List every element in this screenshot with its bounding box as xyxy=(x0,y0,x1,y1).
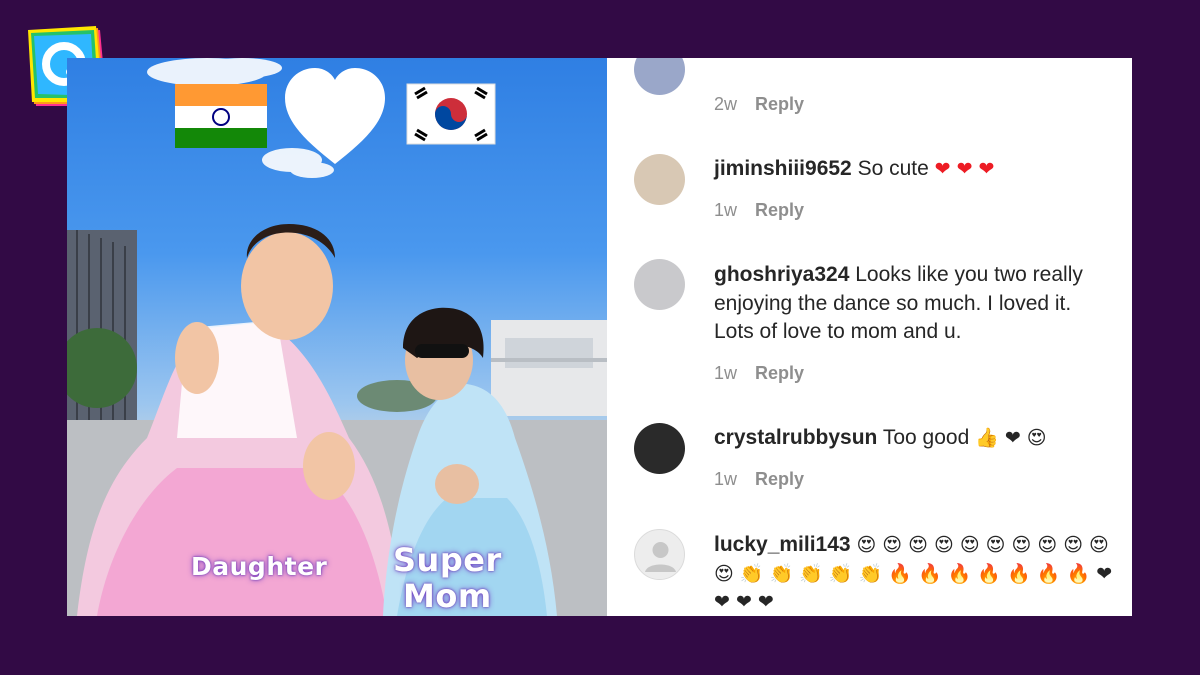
reply-button[interactable]: Reply xyxy=(755,200,804,220)
reply-button[interactable]: Reply xyxy=(755,363,804,383)
comment-meta: 1w Reply xyxy=(714,200,804,221)
comment-username[interactable]: lucky_mili143 xyxy=(714,533,851,556)
building-right xyxy=(491,320,607,416)
comment-username[interactable]: jiminshiii9652 xyxy=(714,157,852,180)
india-flag-icon xyxy=(175,84,267,148)
comment-text: jiminshiii9652 So cute ❤ ❤ ❤ xyxy=(714,155,1114,184)
comment-text: crystalrubbysun Too good 👍 ❤ 😍 xyxy=(714,424,1114,453)
comment-username[interactable]: ghoshriya324 xyxy=(714,263,849,286)
comment-time: 1w xyxy=(714,363,738,383)
thumbs-heart-smile-icons: 👍 ❤ 😍 xyxy=(975,427,1047,449)
comment-time: 2w xyxy=(714,94,738,114)
super-mom-label: Super Mom xyxy=(393,542,502,614)
comment-text: lucky_mili143 😍 😍 😍 😍 😍 😍 😍 😍 😍 😍 😍 👏 👏 … xyxy=(714,531,1114,616)
avatar[interactable] xyxy=(634,154,685,205)
comment-body: Too good xyxy=(882,426,970,449)
avatar[interactable] xyxy=(634,259,685,310)
comment-meta: 2w Reply xyxy=(714,94,804,115)
south-korea-flag-icon xyxy=(406,83,496,145)
comment-meta: 1w Reply xyxy=(714,469,804,490)
comments-panel: 2w Reply jiminshiii9652 So cute ❤ ❤ ❤ 1w R… xyxy=(607,58,1132,616)
comment-meta: 1w Reply xyxy=(714,363,804,384)
super-label-line2: Mom xyxy=(403,577,492,615)
daughter-label: Daughter xyxy=(191,552,328,581)
comment-body: So cute xyxy=(857,157,929,180)
comment-time: 1w xyxy=(714,200,738,220)
avatar-default-icon[interactable] xyxy=(634,529,685,580)
avatar[interactable] xyxy=(634,423,685,474)
comment-time: 1w xyxy=(714,469,738,489)
avatar[interactable] xyxy=(634,58,685,95)
reply-button[interactable]: Reply xyxy=(755,469,804,489)
reply-button[interactable]: Reply xyxy=(755,94,804,114)
comment-username[interactable]: crystalrubbysun xyxy=(714,426,877,449)
heart-icon: ❤ ❤ ❤ xyxy=(934,158,995,180)
super-label-line1: Super xyxy=(393,541,502,579)
video-frame[interactable]: Daughter Super Mom xyxy=(67,58,607,616)
comment-text: ghoshriya324 Looks like you two really e… xyxy=(714,261,1114,347)
